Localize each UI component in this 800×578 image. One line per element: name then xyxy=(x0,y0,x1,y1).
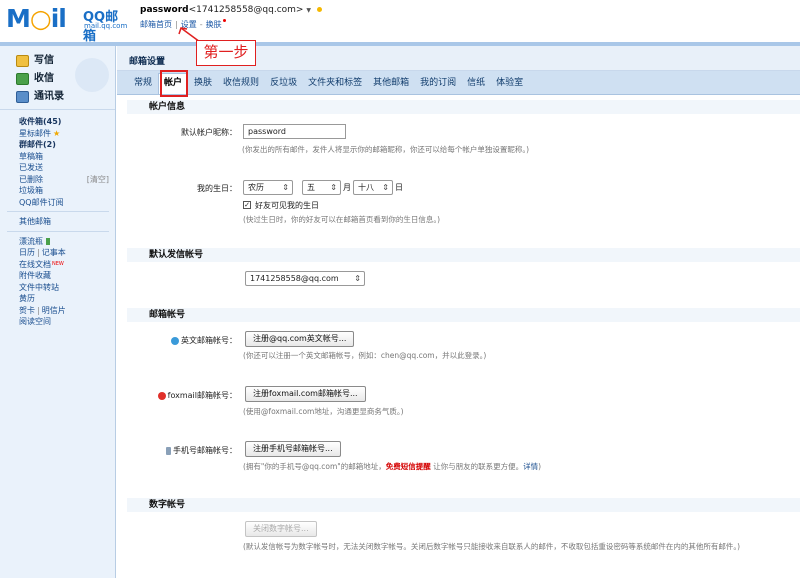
empty-trash-link[interactable]: [清空] xyxy=(87,174,109,186)
sidebar-divider xyxy=(7,211,109,212)
app-calendar[interactable]: 日历 xyxy=(19,248,35,257)
folder-subscriptions[interactable]: QQ邮件订阅 xyxy=(19,197,115,209)
default-sender-select[interactable]: 1741258558@qq.com ⇕ xyxy=(245,271,365,286)
close-digit-account-button[interactable]: 关闭数字帐号... xyxy=(245,521,317,537)
app-almanac[interactable]: 黄历 xyxy=(19,293,115,305)
select-arrows-icon: ⇕ xyxy=(330,183,337,192)
tab-rules[interactable]: 收信规则 xyxy=(218,74,264,94)
logo-url-text: mail.qq.com xyxy=(84,22,128,30)
section-default-sender: 默认发信帐号 xyxy=(127,248,800,262)
nickname-input[interactable]: password xyxy=(243,124,346,139)
section-digit-account: 数字帐号 xyxy=(127,498,800,512)
birthday-label: 我的生日： xyxy=(197,184,237,193)
status-dot-icon xyxy=(316,7,322,12)
friends-visible-label: 好友可见我的生日 xyxy=(255,201,319,210)
friends-visible-checkbox[interactable]: ✓ xyxy=(243,201,251,209)
settings-tabs: 常规 帐户 换肤 收信规则 反垃圾 文件夹和标签 其他邮箱 我的订阅 信纸 体验… xyxy=(117,71,800,95)
app-postcard[interactable]: 明信片 xyxy=(42,306,66,315)
app-greeting-card[interactable]: 贺卡 xyxy=(19,306,35,315)
folder-drafts[interactable]: 草稿箱 xyxy=(19,151,115,163)
birth-month-select[interactable]: 五 ⇕ xyxy=(302,180,341,195)
section-mail-accounts: 邮箱帐号 xyxy=(127,308,800,322)
folder-starred[interactable]: 星标邮件 ★ xyxy=(19,128,115,140)
foxmail-hint: (使用@foxmail.com地址，沟通更显商务气质。) xyxy=(243,407,404,416)
tab-folders-labels[interactable]: 文件夹和标签 xyxy=(303,74,367,94)
app-cards: 贺卡 | 明信片 xyxy=(19,305,66,315)
compose-icon xyxy=(16,55,29,67)
foxmail-icon xyxy=(157,391,166,400)
english-account-label: 英文邮箱帐号： xyxy=(127,335,237,346)
register-mobile-account-button[interactable]: 注册手机号邮箱帐号... xyxy=(245,441,341,457)
new-badge: NEW xyxy=(52,260,64,267)
logo-o-icon: ○ xyxy=(29,4,52,33)
birthday-hint: (快过生日时，你的好友可以在邮箱首页看到你的生日信息。) xyxy=(243,215,441,224)
sidebar-actions: 写信 收信 通讯录 xyxy=(0,46,115,110)
mobile-phone-icon xyxy=(166,446,171,455)
app-file-transfer[interactable]: 文件中转站 xyxy=(19,282,115,294)
link-mail-home[interactable]: 邮箱首页 xyxy=(140,20,172,29)
account-dropdown-icon[interactable]: ▼ xyxy=(306,7,311,14)
nickname-label: 默认帐户昵称： xyxy=(181,128,237,137)
app-attachments[interactable]: 附件收藏 xyxy=(19,270,115,282)
app-notepad[interactable]: 记事本 xyxy=(42,248,66,257)
globe-decoration-icon xyxy=(75,58,109,92)
tab-stationery[interactable]: 信纸 xyxy=(462,74,490,94)
mobile-account-hint: (拥有"你的手机号@qq.com"的邮箱地址，免费短信提醒 让你与朋友的联系更方… xyxy=(243,462,542,471)
contacts-icon xyxy=(16,91,29,103)
folder-deleted[interactable]: 已删除 [清空] xyxy=(19,174,115,186)
section-account-info: 帐户信息 xyxy=(127,100,800,114)
user-email: <1741258558@qq.com> xyxy=(188,5,304,15)
folder-list: 收件箱(45) 星标邮件 ★ 群邮件(2) 草稿箱 已发送 已删除 [清空] 垃圾箱… xyxy=(0,110,115,328)
qq-mail-logo[interactable]: M○il QQ邮箱 mail.qq.com xyxy=(6,4,131,44)
new-dot-icon xyxy=(222,19,226,22)
tab-general[interactable]: 常规 xyxy=(129,74,157,94)
mobile-account-label: 手机号邮箱帐号： xyxy=(127,445,237,456)
app-online-docs[interactable]: 在线文档NEW xyxy=(19,259,115,271)
english-account-hint: (你还可以注册一个英文邮箱帐号，例如：chen@qq.com，并以此登录。) xyxy=(243,351,487,360)
logo-letter-m: M xyxy=(6,4,31,33)
details-link[interactable]: 详情 xyxy=(523,462,538,471)
account-tab-highlight xyxy=(160,70,188,97)
app-drift-bottle[interactable]: 漂流瓶 xyxy=(19,236,115,248)
settings-panel: 邮箱设置 常规 帐户 换肤 收信规则 反垃圾 文件夹和标签 其他邮箱 我的订阅 … xyxy=(117,46,800,578)
tab-subscriptions[interactable]: 我的订阅 xyxy=(415,74,461,94)
sidebar-divider xyxy=(7,230,109,232)
register-english-account-button[interactable]: 注册@qq.com英文帐号... xyxy=(245,331,355,347)
folder-group-mail[interactable]: 群邮件(2) xyxy=(19,139,115,151)
nickname-hint: (你发出的所有邮件，发件人将显示你的邮箱昵称，你还可以给每个帐户单独设置昵称。) xyxy=(242,145,530,154)
calendar-type-select[interactable]: 农历 ⇕ xyxy=(243,180,293,195)
select-arrows-icon: ⇕ xyxy=(354,274,361,283)
header: M○il QQ邮箱 mail.qq.com password<174125855… xyxy=(0,0,800,44)
step-annotation: 第一步 xyxy=(196,40,256,66)
sidebar: 写信 收信 通讯录 收件箱(45) 星标邮件 ★ 群邮件(2) 草稿箱 已发送 已… xyxy=(0,46,116,578)
month-unit: 月 xyxy=(343,183,351,192)
bottle-icon xyxy=(46,237,50,245)
tab-lab[interactable]: 体验室 xyxy=(491,74,528,94)
receive-icon xyxy=(16,73,29,85)
folder-other-mailboxes[interactable]: 其他邮箱 xyxy=(19,216,115,228)
folder-inbox[interactable]: 收件箱(45) xyxy=(19,116,115,128)
birth-day-select[interactable]: 十八 ⇕ xyxy=(353,180,393,195)
sms-reminder-link[interactable]: 免费短信提醒 xyxy=(386,462,431,471)
logo-letters: il xyxy=(50,4,67,33)
folder-sent[interactable]: 已发送 xyxy=(19,162,115,174)
app-reading[interactable]: 阅读空间 xyxy=(19,316,115,328)
foxmail-account-label: foxmail邮箱帐号： xyxy=(127,390,237,401)
day-unit: 日 xyxy=(395,183,403,192)
app-calendar-notepad: 日历 | 记事本 xyxy=(19,248,66,257)
tab-other-mailboxes[interactable]: 其他邮箱 xyxy=(368,74,414,94)
digit-account-hint: (默认发信帐号为数字帐号时，无法关闭数字帐号。关闭后数字帐号只能接收来自联系人的… xyxy=(243,542,741,551)
user-account[interactable]: password<1741258558@qq.com> ▼ xyxy=(140,5,322,15)
register-foxmail-button[interactable]: 注册foxmail.com邮箱帐号... xyxy=(245,386,366,402)
folder-spam[interactable]: 垃圾箱 xyxy=(19,185,115,197)
contacts-button[interactable]: 通讯录 xyxy=(16,88,115,106)
qq-mail-icon xyxy=(171,336,179,345)
star-icon: ★ xyxy=(53,128,61,138)
user-name: password xyxy=(140,5,189,15)
select-arrows-icon: ⇕ xyxy=(282,183,289,192)
tab-antispam[interactable]: 反垃圾 xyxy=(265,74,302,94)
select-arrows-icon: ⇕ xyxy=(382,183,389,192)
tab-skin[interactable]: 换肤 xyxy=(189,74,217,94)
link-skin[interactable]: 换肤 xyxy=(206,20,222,29)
